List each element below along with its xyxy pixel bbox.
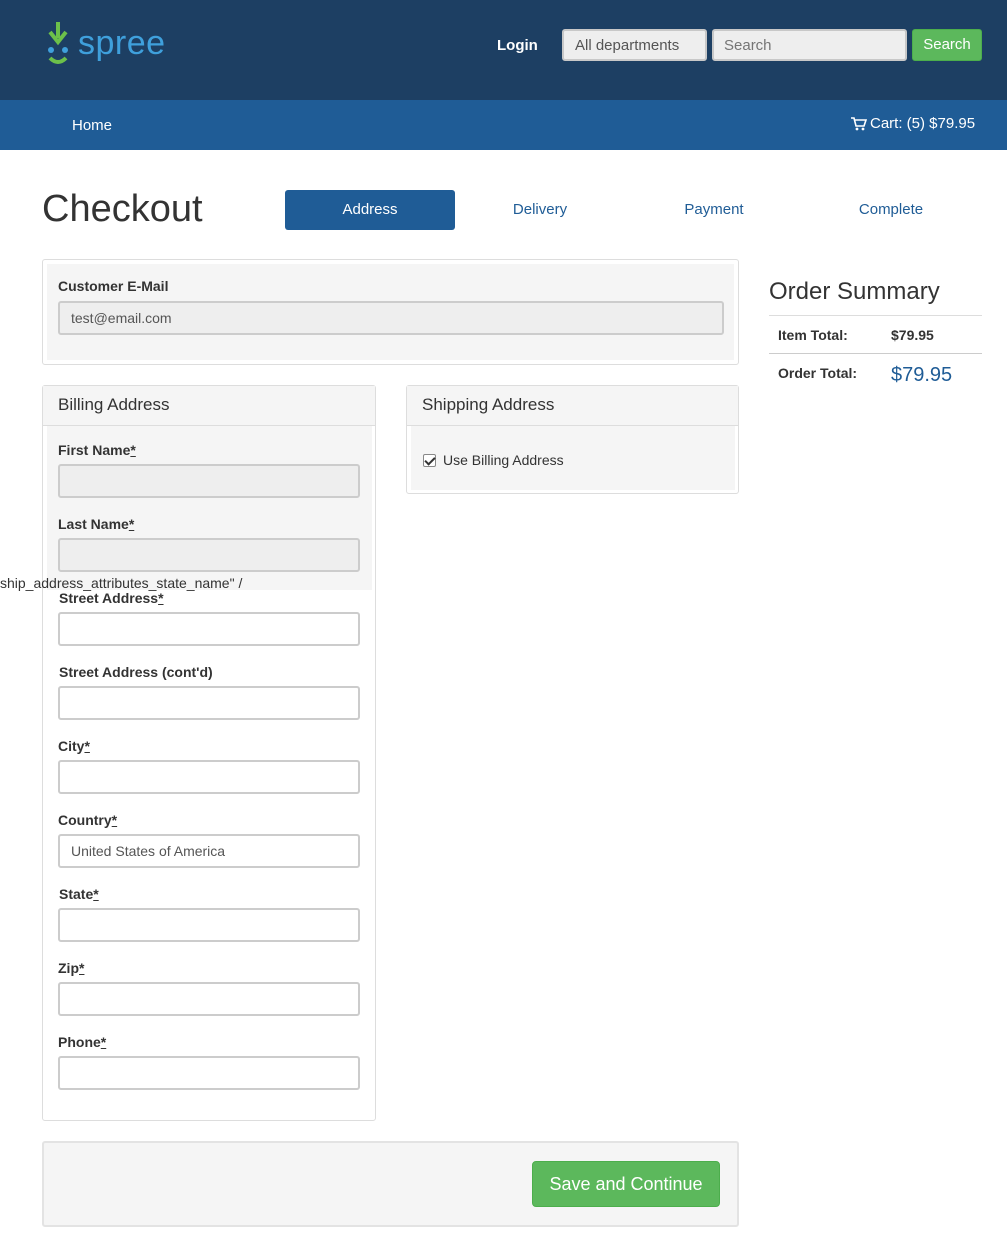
last-name-label: Last Name* bbox=[58, 516, 134, 532]
phone-field[interactable] bbox=[58, 1056, 360, 1090]
state-label: State* bbox=[59, 886, 99, 902]
required-mark: * bbox=[79, 960, 85, 976]
first-name-field[interactable] bbox=[58, 464, 360, 498]
street2-label: Street Address (cont'd) bbox=[59, 664, 213, 680]
email-panel: Customer E-Mail test@email.com bbox=[42, 259, 739, 365]
required-mark: * bbox=[158, 590, 164, 606]
order-total-label: Order Total: bbox=[778, 365, 858, 381]
order-total-value: $79.95 bbox=[891, 364, 953, 386]
last-name-label-text: Last Name bbox=[58, 516, 129, 532]
item-total-value: $79.95 bbox=[891, 327, 934, 343]
step-payment[interactable]: Payment bbox=[664, 190, 764, 230]
street-label: Street Address* bbox=[59, 590, 164, 606]
garbled-markup-text: ship_address_attributes_state_name" / bbox=[0, 575, 243, 591]
state-field[interactable] bbox=[58, 908, 360, 942]
page-title: Checkout bbox=[42, 188, 203, 230]
email-field[interactable]: test@email.com bbox=[58, 301, 724, 335]
main-nav: Home Cart: (5) $79.95 bbox=[0, 100, 1007, 150]
city-label: City* bbox=[58, 738, 90, 754]
phone-label-text: Phone bbox=[58, 1034, 101, 1050]
summary-divider bbox=[769, 353, 982, 354]
country-label: Country* bbox=[58, 812, 117, 828]
required-mark: * bbox=[93, 886, 99, 902]
zip-field[interactable] bbox=[58, 982, 360, 1016]
required-mark: * bbox=[111, 812, 118, 828]
required-mark: * bbox=[84, 738, 90, 754]
department-select[interactable]: All departments bbox=[562, 29, 707, 61]
shipping-address-panel: Shipping Address Use Billing Address bbox=[406, 385, 739, 494]
cart-icon bbox=[851, 116, 867, 130]
billing-address-panel: Billing Address First Name* Last Name* S… bbox=[42, 385, 376, 1121]
nav-home-link[interactable]: Home bbox=[72, 117, 112, 134]
shipping-title: Shipping Address bbox=[407, 386, 738, 426]
search-input[interactable] bbox=[712, 29, 907, 61]
step-delivery[interactable]: Delivery bbox=[490, 190, 590, 230]
street-label-text: Street Address bbox=[59, 590, 159, 606]
zip-label: Zip* bbox=[58, 960, 84, 976]
state-label-text: State bbox=[59, 886, 94, 902]
required-mark: * bbox=[130, 442, 136, 458]
country-select[interactable]: United States of America bbox=[58, 834, 360, 868]
step-address[interactable]: Address bbox=[285, 190, 455, 230]
cart-link[interactable]: Cart: (5) $79.95 bbox=[851, 115, 975, 132]
billing-title: Billing Address bbox=[43, 386, 375, 426]
first-name-label: First Name* bbox=[58, 442, 136, 458]
email-label: Customer E-Mail bbox=[58, 278, 169, 294]
country-label-text: Country bbox=[58, 812, 112, 828]
city-label-text: City bbox=[58, 738, 85, 754]
last-name-field[interactable] bbox=[58, 538, 360, 572]
search-button[interactable]: Search bbox=[912, 29, 982, 61]
item-total-label: Item Total: bbox=[778, 327, 848, 343]
top-header: spree Login All departments Search bbox=[0, 0, 1007, 100]
zip-label-text: Zip bbox=[58, 960, 79, 976]
order-summary-title: Order Summary bbox=[769, 278, 940, 305]
spree-logo[interactable]: spree bbox=[42, 20, 165, 70]
use-billing-checkbox[interactable] bbox=[423, 454, 436, 467]
city-field[interactable] bbox=[58, 760, 360, 794]
required-mark: * bbox=[100, 1034, 107, 1050]
street2-field[interactable] bbox=[58, 686, 360, 720]
street-field[interactable] bbox=[58, 612, 360, 646]
spree-logo-icon bbox=[48, 22, 68, 64]
use-billing-label[interactable]: Use Billing Address bbox=[443, 452, 564, 468]
summary-divider bbox=[769, 315, 982, 316]
step-complete[interactable]: Complete bbox=[841, 190, 941, 230]
logo-text: spree bbox=[78, 24, 166, 62]
cart-label: Cart: (5) $79.95 bbox=[870, 115, 976, 132]
save-and-continue-button[interactable]: Save and Continue bbox=[532, 1161, 720, 1207]
first-name-label-text: First Name bbox=[58, 442, 131, 458]
login-link[interactable]: Login bbox=[497, 37, 538, 54]
phone-label: Phone* bbox=[58, 1034, 106, 1050]
required-mark: * bbox=[128, 516, 135, 532]
